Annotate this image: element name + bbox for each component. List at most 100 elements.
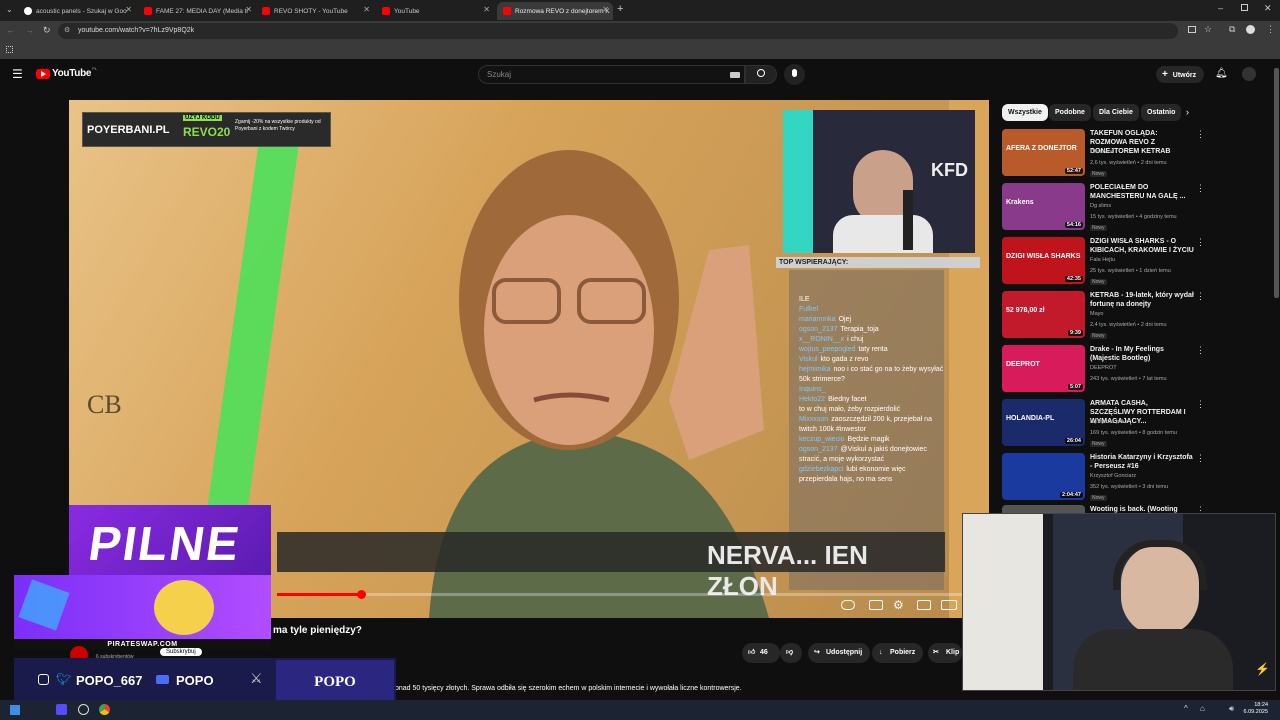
recommended-video[interactable]: HOLANDIA-PL 26:04 ARMATA CASHA, SZCZĘŚLIWY… (1002, 399, 1272, 451)
hamburger-menu-icon[interactable]: ☰ (12, 67, 23, 81)
like-button[interactable]: 👍︎ 46 (742, 643, 780, 663)
apps-icon[interactable] (6, 46, 13, 53)
description-text[interactable]: onad 50 tysięcy złotych. Sprawa odbiła s… (395, 685, 742, 692)
recommended-video[interactable]: 52 978,00 zł 9:39 KETRAB - 19-latek, który… (1002, 291, 1272, 343)
channel-name[interactable]: Fala Hejtu (1090, 257, 1115, 263)
dislike-button[interactable]: 👎︎ (780, 643, 802, 663)
more-options-icon[interactable]: ⋮ (1196, 453, 1205, 464)
video-thumbnail[interactable]: 2:04:47 (1002, 453, 1085, 500)
browser-tab[interactable]: acoustic panels - Szukaj w Goo ✕ (18, 2, 136, 20)
twitter-icon: 🐦︎ (56, 672, 72, 686)
close-tab-icon[interactable]: ✕ (245, 5, 252, 14)
mic-button[interactable] (784, 64, 805, 85)
volume-icon[interactable]: 🔊︎ (1229, 704, 1234, 714)
browser-tab-active[interactable]: Rozmowa REVO z donejtorem K ✕ (497, 2, 613, 20)
chip-all[interactable]: Wszystkie (1002, 104, 1048, 121)
progress-scrubber[interactable] (357, 590, 366, 599)
close-window-button[interactable]: ✕ (1264, 3, 1272, 14)
recommended-video[interactable]: AFERA Z DONEJTOR 52:47 TAKEFUN OGLĄDA: ROZ… (1002, 129, 1272, 181)
close-tab-icon[interactable]: ✕ (602, 5, 609, 14)
miniplayer-icon[interactable] (917, 600, 931, 610)
chip-related[interactable]: Podobne (1049, 104, 1091, 121)
video-title[interactable]: POLECIAŁEM DO MANCHESTERU NA GALĘ ... (1090, 183, 1194, 201)
profile-icon[interactable] (1246, 25, 1255, 34)
keyboard-icon[interactable] (730, 72, 740, 78)
recommended-video[interactable]: 2:04:47 Historia Katarzyny i Krzysztofa -… (1002, 453, 1272, 505)
close-tab-icon[interactable]: ✕ (125, 5, 132, 14)
channel-name[interactable]: Łączy nas piłka (1090, 419, 1128, 425)
taskbar-app-icon[interactable] (56, 704, 67, 715)
more-options-icon[interactable]: ⋮ (1196, 129, 1205, 140)
browser-tab[interactable]: FAME 27: MEDIA DAY (Media tr ✕ (138, 2, 256, 20)
avatar[interactable] (1242, 67, 1256, 81)
notifications-icon[interactable]: 🔔︎ (1215, 68, 1228, 79)
tab-list-icon[interactable]: ⌄ (6, 6, 14, 14)
channel-name[interactable]: Dostawca (1090, 149, 1114, 155)
forward-icon[interactable]: → (25, 25, 34, 35)
new-tab-button[interactable]: + (617, 3, 623, 15)
browser-tab[interactable]: YouTube ✕ (376, 2, 494, 20)
autoplay-toggle[interactable] (841, 600, 855, 610)
video-title[interactable]: KETRAB - 19-latek, który wydał fortunę n… (1090, 291, 1194, 309)
video-title[interactable]: Drake - In My Feelings (Majestic Bootleg… (1090, 345, 1194, 363)
recommended-video[interactable]: DEEPROT 5:07 Drake - In My Feelings (Majes… (1002, 345, 1272, 397)
chip-recent[interactable]: Ostatnio (1141, 104, 1182, 121)
reload-icon[interactable]: ↻ (43, 25, 51, 36)
subscribe-button[interactable]: Subskrybuj (160, 648, 202, 656)
share-button[interactable]: ↪ Udostępnij (808, 643, 871, 663)
extensions-icon[interactable]: ⧉ (1229, 24, 1235, 35)
more-options-icon[interactable]: ⋮ (1196, 291, 1205, 302)
star-icon[interactable]: ☆ (1204, 24, 1212, 35)
video-thumbnail[interactable]: DEEPROT 5:07 (1002, 345, 1085, 392)
url-field[interactable]: ⚙ youtube.com/watch?v=7hLz9Vp8Q2k (58, 23, 1178, 39)
video-thumbnail[interactable]: DZIGI WISŁA SHARKS 42:35 (1002, 237, 1085, 284)
tray-chevron-icon[interactable]: ^ (1184, 704, 1188, 713)
video-thumbnail[interactable]: HOLANDIA-PL 26:04 (1002, 399, 1085, 446)
taskbar-app-icon[interactable] (78, 704, 89, 715)
more-options-icon[interactable]: ⋮ (1196, 183, 1205, 194)
close-tab-icon[interactable]: ✕ (363, 5, 370, 14)
taskbar-clock[interactable]: 18:24 6.09.2025 (1244, 702, 1268, 716)
windows-start-icon[interactable] (10, 705, 20, 715)
subtitles-icon[interactable] (869, 600, 883, 610)
chat-message: ILE (789, 295, 944, 305)
download-button[interactable]: ↓ Pobierz (872, 643, 924, 663)
video-title[interactable]: Historia Katarzyny i Krzysztofa - Perseu… (1090, 453, 1194, 471)
search-input[interactable]: Szukaj (478, 65, 745, 84)
chrome-icon[interactable] (99, 704, 110, 715)
search-button[interactable] (745, 65, 777, 84)
site-info-icon[interactable]: ⚙ (64, 23, 70, 39)
more-options-icon[interactable]: ⋮ (1196, 399, 1205, 410)
theater-mode-icon[interactable] (941, 600, 957, 610)
network-icon[interactable]: ⌂ (1200, 704, 1205, 713)
browser-tab[interactable]: REVO SHOTY - YouTube ✕ (256, 2, 374, 20)
cast-icon[interactable] (1188, 26, 1196, 33)
youtube-logo[interactable]: YouTube PL (36, 66, 97, 79)
chevron-right-icon[interactable]: › (1186, 107, 1189, 117)
close-tab-icon[interactable]: ✕ (483, 5, 490, 14)
channel-name[interactable]: DEEPROT (1090, 365, 1117, 371)
minimize-button[interactable]: – (1218, 3, 1223, 13)
recommended-video[interactable]: DZIGI WISŁA SHARKS 42:35 DZIGI WISŁA SHARK… (1002, 237, 1272, 289)
more-options-icon[interactable]: ⋮ (1196, 237, 1205, 248)
maximize-button[interactable] (1241, 4, 1248, 11)
video-thumbnail[interactable]: Krakens 54:16 (1002, 183, 1085, 230)
menu-icon[interactable]: ⋮ (1266, 24, 1275, 35)
create-button[interactable]: + Utwórz (1156, 66, 1204, 83)
video-title[interactable]: DZIGI WISŁA SHARKS - O KIBICACH, KRAKOWI… (1090, 237, 1194, 255)
video-thumbnail[interactable]: AFERA Z DONEJTOR 52:47 (1002, 129, 1085, 176)
back-icon[interactable]: ← (6, 25, 15, 35)
chip-for-you[interactable]: Dla Ciebie (1093, 104, 1139, 121)
video-meta: 169 tys. wyświetleń • 8 godzin temu (1090, 430, 1177, 436)
video-thumbnail[interactable]: 52 978,00 zł 9:39 (1002, 291, 1085, 338)
clip-button[interactable]: ✂ Klip (928, 643, 962, 663)
channel-name[interactable]: Dg slims (1090, 203, 1111, 209)
more-options-icon[interactable]: ⋮ (1196, 345, 1205, 356)
settings-icon[interactable]: ⚙ (893, 598, 904, 612)
page-scrollbar[interactable] (1274, 68, 1279, 298)
channel-name[interactable]: Mayo (1090, 311, 1103, 317)
recommended-video[interactable]: Krakens 54:16 POLECIAŁEM DO MANCHESTERU NA… (1002, 183, 1272, 235)
progress-bar[interactable] (277, 590, 977, 599)
channel-name[interactable]: Krzysztof Gonciarz (1090, 473, 1136, 479)
chat-message: ogson_2137 Terapia_toja (789, 325, 944, 335)
